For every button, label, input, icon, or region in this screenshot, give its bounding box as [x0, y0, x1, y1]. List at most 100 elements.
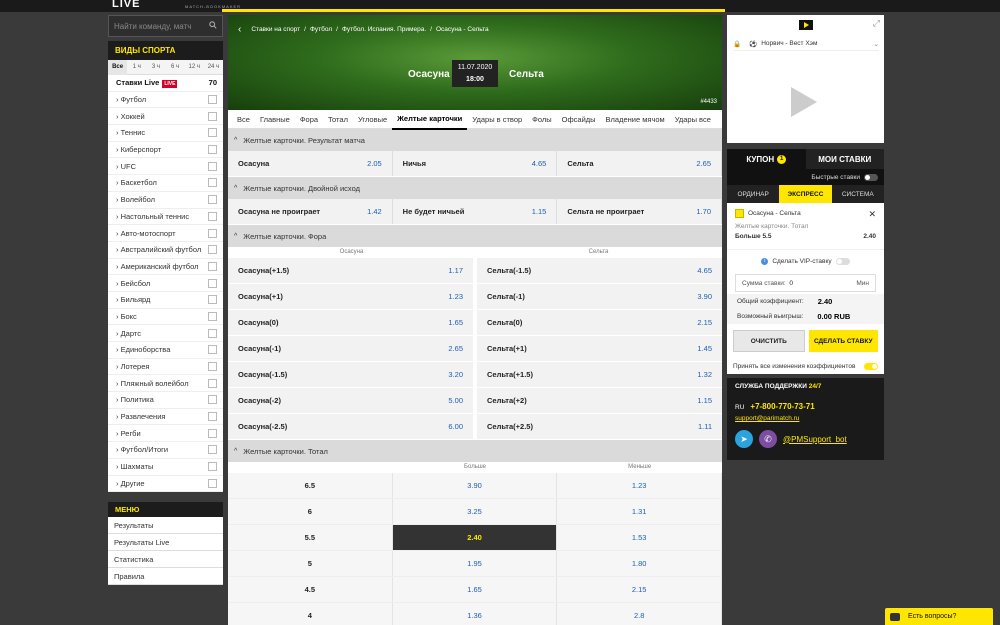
checkbox[interactable] [208, 295, 217, 305]
checkbox[interactable] [208, 178, 217, 188]
sidebar-item-sport[interactable]: › Австралийский футбол [108, 242, 223, 259]
menu-item[interactable]: Правила [108, 568, 223, 586]
odds-over[interactable]: 3.25 [393, 499, 558, 524]
checkbox[interactable] [208, 95, 217, 105]
sidebar-item-sport[interactable]: › Футбол [108, 92, 223, 109]
search-icon[interactable] [209, 21, 217, 31]
stake-input[interactable]: 0 [789, 280, 793, 287]
odds-cell[interactable]: Сельта(+1.5) 1.32 [477, 362, 722, 387]
checkbox[interactable] [735, 209, 744, 218]
sidebar-item-sport[interactable]: › Единоборства [108, 342, 223, 359]
stake-field[interactable]: Сумма ставки: 0 Мин [735, 274, 876, 292]
checkbox[interactable] [208, 195, 217, 205]
checkbox[interactable] [208, 362, 217, 372]
checkbox[interactable] [208, 395, 217, 405]
checkbox[interactable] [208, 161, 217, 171]
checkbox[interactable] [208, 328, 217, 338]
time-filter-tab[interactable]: 12 ч [185, 60, 204, 75]
odds-under[interactable]: 2.15 [557, 577, 722, 602]
menu-item[interactable]: Результаты [108, 517, 223, 535]
time-filter-tab[interactable]: 24 ч [204, 60, 223, 75]
odds-under[interactable]: 1.23 [557, 473, 722, 498]
checkbox[interactable] [208, 245, 217, 255]
sidebar-item-sport[interactable]: › Авто-мотоспорт [108, 225, 223, 242]
accept-changes-toggle[interactable] [864, 362, 878, 370]
support-email[interactable]: support@parimatch.ru [735, 415, 876, 422]
sidebar-item-live[interactable]: Ставки Live LIVE 70 [108, 75, 223, 92]
vip-toggle[interactable] [835, 257, 850, 265]
checkbox[interactable] [208, 412, 217, 422]
checkbox[interactable] [208, 228, 217, 238]
sidebar-item-sport[interactable]: › Бильярд [108, 292, 223, 309]
market-header[interactable]: ^ Желтые карточки. Тотал [228, 440, 722, 462]
odds-cell[interactable]: Осасуна(+1.5) 1.17 [228, 258, 477, 283]
odds-cell[interactable]: Сельта(+2) 1.15 [477, 388, 722, 413]
logo[interactable]: LIVE [112, 0, 140, 12]
market-tab[interactable]: Тотал [323, 110, 353, 129]
market-tab[interactable]: Владение мячом [601, 110, 670, 129]
telegram-icon[interactable]: ➤ [735, 430, 753, 448]
market-tab[interactable]: Удары в створ [467, 110, 527, 129]
odds-cell[interactable]: Осасуна(0) 1.65 [228, 310, 477, 335]
market-tab[interactable]: Желтые карточки [392, 109, 468, 130]
sidebar-item-sport[interactable]: › Пляжный волейбол [108, 375, 223, 393]
sidebar-item-sport[interactable]: › Лотерея [108, 359, 223, 376]
sidebar-item-sport[interactable]: › Развлечения [108, 409, 223, 426]
odds-cell[interactable]: Осасуна(-2.5) 6.00 [228, 414, 477, 439]
odds-cell[interactable]: Сельта(-1.5) 4.65 [477, 258, 722, 283]
checkbox[interactable] [208, 111, 217, 121]
tab-coupon[interactable]: КУПОН 1 [727, 149, 806, 169]
odds-over[interactable]: 2.40 [392, 525, 558, 550]
odds-under[interactable]: 1.31 [557, 499, 722, 524]
support-bot-link[interactable]: @PMSupport_bot [783, 435, 847, 444]
market-tab[interactable]: Удары все [670, 110, 716, 129]
odds-cell[interactable]: Сельта(+2.5) 1.11 [477, 414, 722, 439]
search-bar[interactable]: Найти команду, матч [108, 15, 223, 37]
time-filter-tab[interactable]: 1 ч [127, 60, 146, 75]
odds-cell[interactable]: Осасуна(-1.5) 3.20 [228, 362, 477, 387]
checkbox[interactable] [208, 445, 217, 455]
sidebar-item-sport[interactable]: › Шахматы [108, 459, 223, 476]
sidebar-item-sport[interactable]: › Дартс [108, 325, 223, 342]
time-filter-tab[interactable]: 3 ч [146, 60, 165, 75]
time-filter-tab[interactable]: 6 ч [166, 60, 185, 75]
tab-my-bets[interactable]: МОИ СТАВКИ [806, 149, 885, 169]
sidebar-item-sport[interactable]: › Другие [108, 476, 223, 493]
sidebar-item-sport[interactable]: › Настольный теннис [108, 209, 223, 226]
market-tab[interactable]: Офсайды [557, 110, 601, 129]
market-tab[interactable]: Угловые [353, 110, 392, 129]
odds-over[interactable]: 1.36 [393, 603, 558, 625]
checkbox[interactable] [208, 278, 217, 288]
market-header[interactable]: ^ Желтые карточки. Фора [228, 225, 722, 247]
odds-cell[interactable]: Осасуна(+1) 1.23 [228, 284, 477, 309]
odds-over[interactable]: 1.65 [393, 577, 558, 602]
odds-cell[interactable]: Сельта не проиграет 1.70 [557, 199, 722, 224]
odds-cell[interactable]: Ничья 4.65 [393, 151, 558, 176]
play-icon[interactable] [791, 87, 817, 117]
sidebar-item-sport[interactable]: › UFC [108, 158, 223, 176]
search-input[interactable]: Найти команду, матч [114, 22, 191, 31]
breadcrumb-item[interactable]: Футбол. Испания. Примера. [342, 26, 426, 33]
checkbox[interactable] [208, 462, 217, 472]
odds-under[interactable]: 2.8 [557, 603, 722, 625]
market-header[interactable]: ^ Желтые карточки. Двойной исход [228, 177, 722, 199]
checkbox[interactable] [208, 428, 217, 438]
chat-button[interactable]: Есть вопросы? [885, 608, 993, 625]
sidebar-item-sport[interactable]: › Регби [108, 425, 223, 443]
sidebar-item-sport[interactable]: › Хоккей [108, 108, 223, 126]
odds-cell[interactable]: Сельта(+1) 1.45 [477, 336, 722, 361]
odds-cell[interactable]: Осасуна не проиграет 1.42 [228, 199, 393, 224]
menu-item[interactable]: Результаты Live [108, 534, 223, 552]
close-icon[interactable]: ✕ [868, 209, 876, 220]
sidebar-item-sport[interactable]: › Теннис [108, 125, 223, 142]
sidebar-item-sport[interactable]: › Волейбол [108, 192, 223, 209]
checkbox[interactable] [208, 345, 217, 355]
place-bet-button[interactable]: СДЕЛАТЬ СТАВКУ [808, 330, 878, 352]
odds-cell[interactable]: Осасуна 2.05 [228, 151, 393, 176]
clear-button[interactable]: ОЧИСТИТЬ [733, 330, 805, 352]
market-tab[interactable]: Все [232, 110, 255, 129]
odds-over[interactable]: 1.95 [393, 551, 558, 576]
back-arrow-icon[interactable]: ‹ [238, 24, 241, 35]
sidebar-item-sport[interactable]: › Футбол/Итоги [108, 442, 223, 459]
viber-icon[interactable]: ✆ [759, 430, 777, 448]
